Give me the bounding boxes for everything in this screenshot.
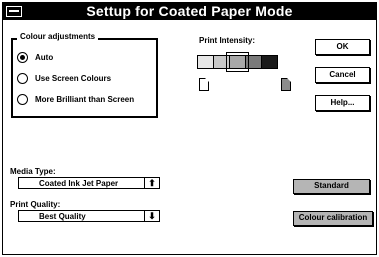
colour-calibration-button-label: Colour calibration [298, 213, 368, 222]
intensity-swatch-4[interactable] [245, 55, 262, 69]
radio-unselected-icon[interactable] [17, 94, 28, 105]
standard-button-label: Standard [314, 181, 349, 190]
print-intensity-selector[interactable] [197, 52, 278, 72]
print-quality-label: Print Quality: [10, 200, 61, 209]
help-button[interactable]: Help... [315, 95, 370, 111]
radio-auto-label: Auto [35, 53, 54, 62]
standard-button[interactable]: Standard [293, 179, 370, 194]
radio-use-screen-colours[interactable]: Use Screen Colours [17, 73, 111, 84]
radio-more-brilliant[interactable]: More Brilliant than Screen [17, 94, 134, 105]
intensity-swatch-2[interactable] [213, 55, 230, 69]
print-intensity-label: Print Intensity: [199, 36, 256, 45]
window-title: Settup for Coated Paper Mode [86, 3, 293, 19]
radio-use-screen-colours-label: Use Screen Colours [35, 74, 112, 83]
print-quality-value: Best Quality [39, 212, 86, 221]
radio-auto[interactable]: Auto [17, 52, 53, 63]
intensity-swatch-3[interactable] [226, 52, 249, 72]
light-page-icon [199, 78, 209, 91]
colour-adjustments-group: Colour adjustments Auto Use Screen Colou… [11, 32, 158, 118]
intensity-swatch-1[interactable] [197, 55, 214, 69]
radio-more-brilliant-label: More Brilliant than Screen [35, 95, 135, 104]
settings-dialog: Settup for Coated Paper Mode Colour adju… [2, 2, 377, 255]
media-type-label: Media Type: [10, 167, 56, 176]
dark-page-icon [281, 78, 291, 91]
print-quality-dropdown[interactable]: Best Quality ⬇ [18, 210, 160, 222]
help-button-label: Help... [330, 98, 355, 107]
radio-unselected-icon[interactable] [17, 73, 28, 84]
media-type-value: Coated Ink Jet Paper [39, 179, 119, 188]
title-bar: Settup for Coated Paper Mode [3, 3, 376, 20]
arrow-up-icon[interactable]: ⬆ [144, 178, 159, 188]
radio-selected-icon[interactable] [17, 52, 28, 63]
colour-adjustments-label: Colour adjustments [17, 32, 99, 41]
colour-calibration-button[interactable]: Colour calibration [293, 211, 373, 226]
cancel-button[interactable]: Cancel [315, 67, 370, 83]
media-type-dropdown[interactable]: Coated Ink Jet Paper ⬆ [18, 177, 160, 189]
ok-button-label: OK [336, 42, 349, 51]
ok-button[interactable]: OK [315, 39, 370, 55]
cancel-button-label: Cancel [329, 70, 356, 79]
intensity-swatch-5[interactable] [261, 55, 278, 69]
arrow-down-icon[interactable]: ⬇ [144, 211, 159, 221]
